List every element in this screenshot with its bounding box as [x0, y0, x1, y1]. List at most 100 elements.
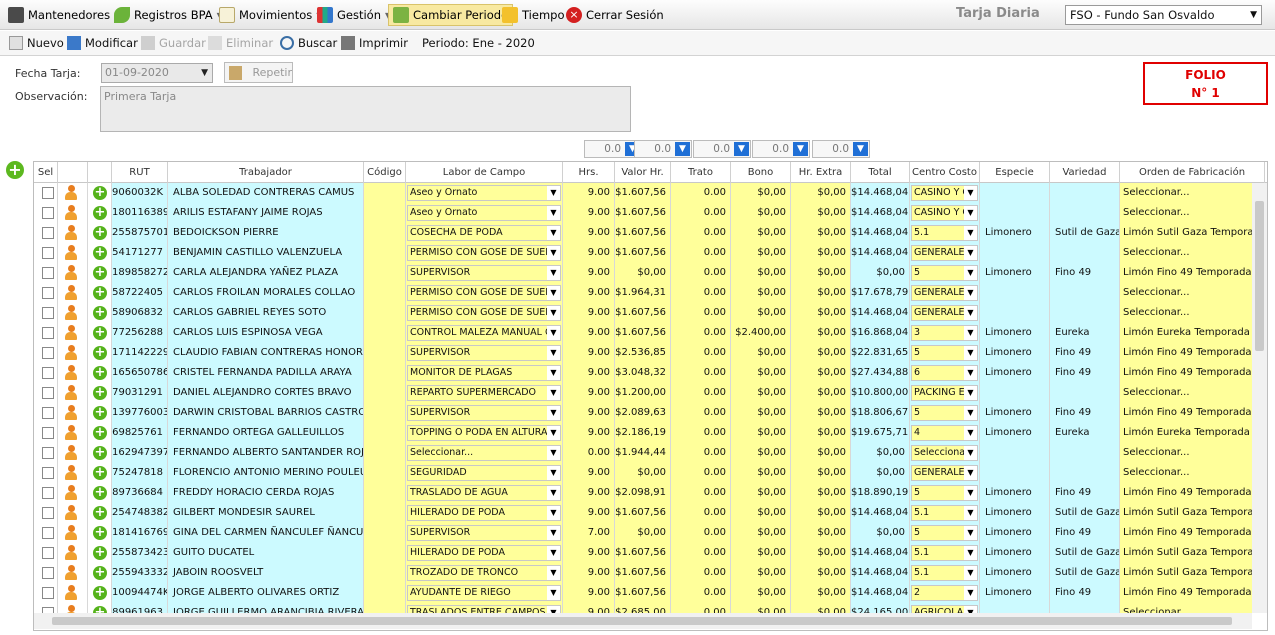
codigo-cell[interactable] [364, 423, 406, 443]
labor-select[interactable]: CONTROL MALEZA MANUAL CONT ▼ [407, 325, 561, 341]
bono-cell[interactable]: $0,00 [731, 483, 791, 503]
orden-cell[interactable]: Seleccionar... [1120, 443, 1252, 463]
valor-cell[interactable]: $1.607,56 [615, 203, 671, 223]
trato-cell[interactable]: 0.00 [671, 223, 731, 243]
bono-cell[interactable]: $0,00 [731, 603, 791, 613]
orden-cell[interactable]: Limón Eureka Temporada 2020 [1120, 323, 1252, 343]
hrs-cell[interactable]: 9.00 [563, 363, 615, 383]
add-icon[interactable]: + [93, 506, 107, 520]
codigo-cell[interactable] [364, 243, 406, 263]
table-row[interactable]: +75247818 FLORENCIO ANTONIO MERINO POULEU… [34, 463, 1252, 483]
table-row[interactable]: +181416769 GINA DEL CARMEN ÑANCULEF ÑANCU… [34, 523, 1252, 543]
orden-cell[interactable]: Seleccionar... [1120, 603, 1252, 613]
row-checkbox[interactable] [42, 207, 54, 219]
extra-cell[interactable]: $0,00 [791, 523, 851, 543]
codigo-cell[interactable] [364, 183, 406, 203]
orden-cell[interactable]: Seleccionar... [1120, 283, 1252, 303]
menu-movimientos[interactable]: Movimientos▼ [219, 6, 322, 24]
labor-select[interactable]: HILERADO DE PODA ▼ [407, 505, 561, 521]
table-row[interactable]: +171142229 CLAUDIO FABIAN CONTRERAS HONOR… [34, 343, 1252, 363]
orden-cell[interactable]: Limón Fino 49 Temporada 202 [1120, 583, 1252, 603]
fill-valor-input[interactable]: 0.0 ▼ [634, 140, 692, 158]
centro-costo-select[interactable]: 5.1 ▼ [911, 565, 978, 581]
add-icon[interactable]: + [93, 206, 107, 220]
labor-select[interactable]: TRASLADOS ENTRE CAMPOS ▼ [407, 605, 561, 613]
bono-cell[interactable]: $0,00 [731, 403, 791, 423]
orden-cell[interactable]: Limón Fino 49 Temporada 202 [1120, 343, 1252, 363]
trato-cell[interactable]: 0.00 [671, 323, 731, 343]
add-icon[interactable]: + [93, 586, 107, 600]
extra-cell[interactable]: $0,00 [791, 503, 851, 523]
centro-costo-select[interactable]: 5 ▼ [911, 485, 978, 501]
trato-cell[interactable]: 0.00 [671, 483, 731, 503]
bono-cell[interactable]: $2.400,00 [731, 323, 791, 343]
centro-costo-select[interactable]: 2 ▼ [911, 585, 978, 601]
orden-cell[interactable]: Seleccionar... [1120, 463, 1252, 483]
labor-select[interactable]: AYUDANTE DE RIEGO ▼ [407, 585, 561, 601]
row-checkbox[interactable] [42, 187, 54, 199]
labor-select[interactable]: HILERADO DE PODA ▼ [407, 545, 561, 561]
hrs-cell[interactable]: 9.00 [563, 403, 615, 423]
valor-cell[interactable]: $1.607,56 [615, 583, 671, 603]
codigo-cell[interactable] [364, 543, 406, 563]
bono-cell[interactable]: $0,00 [731, 303, 791, 323]
hrs-cell[interactable]: 9.00 [563, 603, 615, 613]
extra-cell[interactable]: $0,00 [791, 283, 851, 303]
hrs-cell[interactable]: 9.00 [563, 263, 615, 283]
modificar-button[interactable]: Modificar [67, 36, 138, 50]
codigo-cell[interactable] [364, 363, 406, 383]
codigo-cell[interactable] [364, 463, 406, 483]
bono-cell[interactable]: $0,00 [731, 463, 791, 483]
codigo-cell[interactable] [364, 263, 406, 283]
repetir-button[interactable]: Repetir [224, 62, 293, 83]
hrs-cell[interactable]: 9.00 [563, 243, 615, 263]
add-icon[interactable]: + [93, 446, 107, 460]
trato-cell[interactable]: 0.00 [671, 403, 731, 423]
orden-cell[interactable]: Limón Fino 49 Temporada 202 [1120, 263, 1252, 283]
centro-costo-select[interactable]: 6 ▼ [911, 365, 978, 381]
hrs-cell[interactable]: 9.00 [563, 323, 615, 343]
labor-select[interactable]: TRASLADO DE AGUA ▼ [407, 485, 561, 501]
extra-cell[interactable]: $0,00 [791, 303, 851, 323]
bono-cell[interactable]: $0,00 [731, 503, 791, 523]
add-icon[interactable]: + [93, 466, 107, 480]
fundo-select[interactable]: FSO - Fundo San Osvaldo ▼ [1065, 5, 1262, 25]
hrs-cell[interactable]: 9.00 [563, 463, 615, 483]
table-row[interactable]: +58906832 CARLOS GABRIEL REYES SOTO PERMIS… [34, 303, 1252, 323]
codigo-cell[interactable] [364, 303, 406, 323]
hrs-cell[interactable]: 9.00 [563, 283, 615, 303]
hrs-cell[interactable]: 9.00 [563, 383, 615, 403]
orden-cell[interactable]: Limón Fino 49 Temporada 202 [1120, 403, 1252, 423]
add-icon[interactable]: + [93, 286, 107, 300]
valor-cell[interactable]: $0,00 [615, 523, 671, 543]
arrow-down-icon[interactable]: ▼ [734, 142, 749, 156]
centro-costo-select[interactable]: CASINO Y C ▼ [911, 205, 978, 221]
valor-cell[interactable]: $1.607,56 [615, 243, 671, 263]
add-icon[interactable]: + [93, 326, 107, 340]
labor-select[interactable]: SEGURIDAD ▼ [407, 465, 561, 481]
table-row[interactable]: +10094474K JORGE ALBERTO OLIVARES ORTIZ AY… [34, 583, 1252, 603]
fill-trato-input[interactable]: 0.0 ▼ [693, 140, 751, 158]
row-checkbox[interactable] [42, 287, 54, 299]
orden-cell[interactable]: Seleccionar... [1120, 183, 1252, 203]
hrs-cell[interactable]: 9.00 [563, 543, 615, 563]
extra-cell[interactable]: $0,00 [791, 323, 851, 343]
table-row[interactable]: +69825761 FERNANDO ORTEGA GALLEUILLOS TOPP… [34, 423, 1252, 443]
centro-costo-select[interactable]: 5.1 ▼ [911, 505, 978, 521]
valor-cell[interactable]: $1.607,56 [615, 323, 671, 343]
row-checkbox[interactable] [42, 367, 54, 379]
hrs-cell[interactable]: 9.00 [563, 583, 615, 603]
menu-tiempo[interactable]: Tiempo [502, 6, 564, 24]
orden-cell[interactable]: Seleccionar... [1120, 203, 1252, 223]
bono-cell[interactable]: $0,00 [731, 563, 791, 583]
labor-select[interactable]: Aseo y Ornato ▼ [407, 205, 561, 221]
trato-cell[interactable]: 0.00 [671, 283, 731, 303]
codigo-cell[interactable] [364, 343, 406, 363]
trato-cell[interactable]: 0.00 [671, 263, 731, 283]
table-row[interactable]: +180116389 ARILIS ESTAFANY JAIME ROJAS Ase… [34, 203, 1252, 223]
labor-select[interactable]: TOPPING O PODA EN ALTURA ▼ [407, 425, 561, 441]
valor-cell[interactable]: $2.685,00 [615, 603, 671, 613]
orden-cell[interactable]: Limón Sutil Gaza Temporada 2 [1120, 503, 1252, 523]
row-checkbox[interactable] [42, 227, 54, 239]
trato-cell[interactable]: 0.00 [671, 523, 731, 543]
